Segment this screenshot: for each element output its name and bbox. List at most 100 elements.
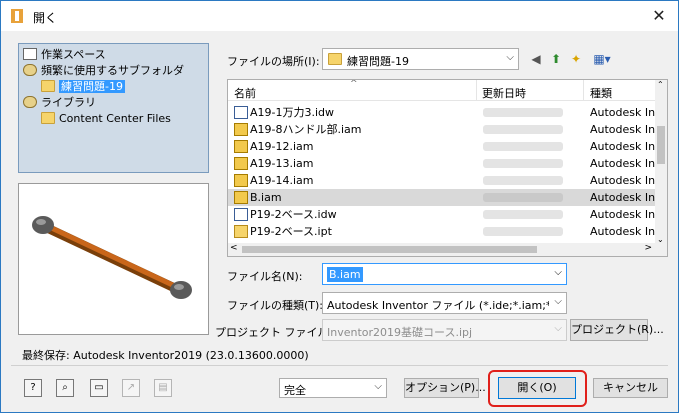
modified-date-blurred (483, 176, 563, 185)
filetype-dropdown[interactable]: Autodesk Inventor ファイル (*.ide;*.iam;*.ip… (322, 292, 567, 314)
place-label: 練習問題-19 (59, 80, 125, 93)
chevron-down-icon: ⌵ (506, 52, 514, 63)
last-saved-text: 最終保存: Autodesk Inventor2019 (23.0.13600.… (22, 349, 309, 362)
place-label: Content Center Files (59, 112, 171, 125)
find-icon[interactable]: ⌕ (56, 379, 74, 397)
modified-date-blurred (483, 125, 563, 134)
folder-icon (328, 53, 342, 65)
file-list: 名前 ^ 更新日時 種類 A19-1万力3.idw Autodesk In A1… (227, 79, 668, 257)
title-bar: 開く ✕ (1, 1, 678, 31)
modified-date-blurred (483, 159, 563, 168)
view-menu-icon[interactable]: ▦▾ (591, 51, 613, 67)
modified-date-blurred (483, 210, 563, 219)
column-header-name[interactable]: 名前 (234, 85, 256, 101)
divider (11, 365, 668, 366)
preview-toggle-icon[interactable]: ▭ (90, 379, 108, 397)
project-dropdown: Inventor2019基礎コース.ipj ⌵ (322, 319, 567, 341)
file-name: P19-2ベース.ipt (250, 225, 332, 238)
open-mode-value: 完全 (284, 384, 306, 397)
filename-input[interactable]: B.iam ⌵ (322, 263, 567, 285)
place-item-library[interactable]: ライブラリ (23, 95, 96, 111)
place-label: ライブラリ (41, 96, 96, 109)
location-label: ファイルの場所(I): (227, 55, 320, 68)
places-panel: 作業スペース 頻繁に使用するサブフォルダ 練習問題-19 ライブラリ Conte… (18, 43, 209, 173)
options-button[interactable]: オプション(P)... (404, 378, 486, 398)
file-row[interactable]: A19-14.iam Autodesk In (228, 172, 656, 189)
file-type: Autodesk In (590, 191, 656, 204)
filetype-label: ファイルの種類(T): (227, 299, 324, 312)
chevron-down-icon: ⌵ (554, 296, 562, 307)
chevron-down-icon[interactable]: ⌵ (554, 267, 562, 278)
chevron-down-icon: ⌵ (374, 381, 382, 392)
scroll-up-icon[interactable]: ⌃ (657, 80, 664, 89)
inventor-app-icon (11, 9, 23, 23)
scroll-left-icon[interactable]: < (230, 243, 238, 253)
place-item-frequent-subfolders[interactable]: 頻繁に使用するサブフォルダ (23, 63, 184, 79)
project-button[interactable]: プロジェクト(R)... (570, 319, 664, 341)
file-type: Autodesk In (590, 123, 656, 136)
scroll-thumb[interactable] (242, 246, 537, 253)
file-row[interactable]: A19-1万力3.idw Autodesk In (228, 104, 656, 121)
scroll-right-icon[interactable]: > (644, 243, 652, 253)
file-name: P19-2ベース.idw (250, 208, 337, 221)
drawing-file-icon (234, 208, 248, 221)
file-name: A19-1万力3.idw (250, 106, 335, 119)
location-dropdown[interactable]: 練習問題-19 ⌵ (322, 48, 519, 70)
open-dialog: 開く ✕ 作業スペース 頻繁に使用するサブフォルダ 練習問題-19 ライブラリ … (0, 0, 679, 413)
cancel-button[interactable]: キャンセル (593, 378, 668, 398)
scroll-thumb[interactable] (657, 126, 665, 164)
file-row-selected[interactable]: B.iam Autodesk In (228, 189, 656, 206)
modified-date-blurred (483, 227, 563, 236)
project-value: Inventor2019基礎コース.ipj (327, 326, 473, 339)
scroll-down-icon[interactable]: ⌄ (657, 235, 664, 244)
file-name: B.iam (250, 191, 282, 204)
file-row[interactable]: A19-12.iam Autodesk In (228, 138, 656, 155)
file-name: A19-8ハンドル部.iam (250, 123, 362, 136)
file-tools-icon: ↗ (122, 379, 140, 397)
library-icon (23, 64, 37, 76)
close-icon[interactable]: ✕ (646, 3, 672, 29)
file-row[interactable]: A19-8ハンドル部.iam Autodesk In (228, 121, 656, 138)
file-list-header: 名前 ^ 更新日時 種類 (228, 79, 667, 101)
help-icon[interactable]: ? (24, 379, 42, 397)
window-title: 開く (33, 11, 58, 25)
back-icon[interactable]: ◀ (528, 51, 544, 67)
file-name: A19-13.iam (250, 157, 314, 170)
file-type: Autodesk In (590, 225, 656, 238)
file-type: Autodesk In (590, 208, 656, 221)
file-type: Autodesk In (590, 157, 656, 170)
file-name: A19-12.iam (250, 140, 314, 153)
place-item-content-center[interactable]: Content Center Files (41, 111, 171, 127)
assembly-file-icon (234, 174, 248, 187)
workspace-icon (23, 48, 37, 60)
file-row[interactable]: P19-2ベース.ipt Autodesk In (228, 223, 656, 240)
place-item-practice-19[interactable]: 練習問題-19 (41, 79, 125, 95)
place-label: 作業スペース (41, 48, 106, 61)
file-row[interactable]: P19-2ベース.idw Autodesk In (228, 206, 656, 223)
file-type: Autodesk In (590, 140, 656, 153)
highlight-outline (488, 370, 587, 407)
file-type: Autodesk In (590, 174, 656, 187)
assembly-file-icon (234, 140, 248, 153)
assembly-file-icon (234, 191, 248, 204)
new-folder-icon[interactable]: ✦ (568, 51, 584, 67)
file-row[interactable]: A19-13.iam Autodesk In (228, 155, 656, 172)
properties-icon: ▤ (154, 379, 172, 397)
place-label: 頻繁に使用するサブフォルダ (41, 64, 184, 77)
place-item-workspace[interactable]: 作業スペース (23, 47, 106, 63)
filetype-value: Autodesk Inventor ファイル (*.ide;*.iam;*.ip… (327, 299, 549, 312)
open-mode-dropdown[interactable]: 完全 ⌵ (279, 378, 387, 398)
file-name: A19-14.iam (250, 174, 314, 187)
column-header-type[interactable]: 種類 (590, 85, 612, 101)
sort-ascending-icon: ^ (350, 79, 358, 89)
assembly-file-icon (234, 123, 248, 136)
horizontal-scrollbar[interactable]: < > (228, 243, 656, 256)
modified-date-blurred (483, 142, 563, 151)
vertical-scrollbar[interactable]: ⌃ ⌄ (655, 80, 667, 256)
up-folder-icon[interactable]: ⬆ (548, 51, 564, 67)
drawing-file-icon (234, 106, 248, 119)
modified-date-blurred (483, 108, 563, 117)
part-file-icon (234, 225, 248, 238)
folder-icon (41, 80, 55, 92)
column-header-modified[interactable]: 更新日時 (482, 85, 526, 101)
